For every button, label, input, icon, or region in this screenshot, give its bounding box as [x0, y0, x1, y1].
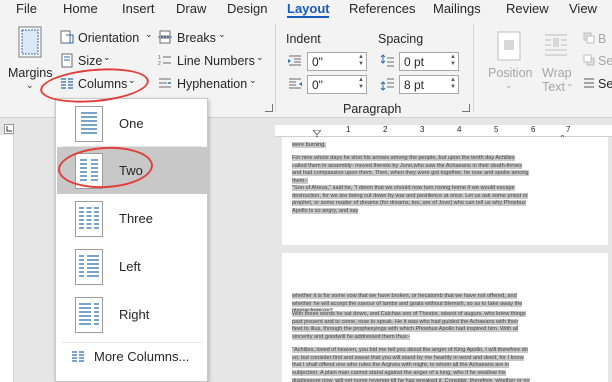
- breaks-chevron-icon[interactable]: ⌄: [218, 29, 226, 40]
- selection-pane-icon: [583, 77, 595, 89]
- ruler-number: 2: [383, 125, 388, 134]
- page-setup-launcher-icon[interactable]: [265, 104, 273, 112]
- size-chevron-icon[interactable]: ⌄: [103, 52, 111, 63]
- columns-option-right[interactable]: Right: [57, 291, 207, 338]
- hyphenation-button[interactable]: Hyphenation: [177, 77, 247, 91]
- size-button[interactable]: Size: [78, 54, 102, 68]
- margins-icon[interactable]: [18, 26, 42, 58]
- tab-layout[interactable]: Layout: [287, 1, 330, 16]
- indent-right-value: 0": [312, 78, 323, 92]
- tab-review[interactable]: Review: [506, 1, 549, 16]
- send-backward-icon: [583, 54, 595, 66]
- spacing-after-value: 8 pt: [404, 78, 425, 92]
- position-chevron-icon[interactable]: ⌄: [505, 80, 513, 91]
- group-divider: [473, 24, 474, 112]
- line-numbers-chevron-icon[interactable]: ⌄: [256, 52, 264, 63]
- ruler-number: 6: [531, 125, 536, 134]
- columns-option-label: One: [119, 116, 144, 131]
- right-indent-marker-icon[interactable]: [558, 130, 567, 141]
- columns-option-label: Left: [119, 259, 141, 274]
- spacing-after-input[interactable]: 8 pt ▲ ▼: [399, 75, 459, 94]
- selection-pane-button[interactable]: Se: [598, 77, 612, 91]
- tab-references[interactable]: References: [349, 1, 415, 16]
- paragraph-group-label: Paragraph: [343, 102, 402, 116]
- document-page[interactable]: whether it is for some vow that we have …: [282, 253, 608, 382]
- position-icon: [497, 31, 523, 63]
- indent-left-value: 0": [312, 55, 323, 69]
- indent-right-spinner-icon[interactable]: ▲ ▼: [358, 77, 364, 91]
- tab-mailings[interactable]: Mailings: [433, 1, 481, 16]
- size-icon: [60, 53, 74, 68]
- columns-option-one[interactable]: One: [57, 100, 207, 147]
- hyphenation-chevron-icon[interactable]: ⌄: [249, 75, 257, 86]
- indent-left-input[interactable]: 0" ▲ ▼: [307, 52, 367, 71]
- indent-right-input[interactable]: 0" ▲ ▼: [307, 75, 367, 94]
- tab-insert[interactable]: Insert: [122, 1, 155, 16]
- spacing-header: Spacing: [378, 32, 424, 46]
- svg-text:2: 2: [158, 61, 161, 67]
- spacing-after-spinner-icon[interactable]: ▲ ▼: [450, 77, 456, 91]
- spacing-before-icon: [380, 54, 394, 68]
- bring-forward-button[interactable]: B: [598, 32, 606, 46]
- left-column-icon: [75, 249, 103, 285]
- document-page[interactable]: were burning. For nine whole days he sho…: [282, 137, 608, 245]
- ruler-number: 5: [494, 125, 499, 134]
- margins-dropdown-chevron-icon[interactable]: ⌄: [26, 80, 34, 91]
- line-numbers-button[interactable]: Line Numbers: [177, 54, 255, 68]
- ribbon-tabs: File Home Insert Draw Design Layout Refe…: [0, 0, 612, 18]
- indent-right-icon: [288, 78, 302, 90]
- paragraph-launcher-icon[interactable]: [462, 104, 470, 112]
- indent-header: Indent: [286, 32, 321, 46]
- bring-forward-icon: [583, 32, 595, 44]
- page-paragraph: With these words he sat down, and Calcha…: [292, 311, 526, 341]
- spacing-after-icon: [380, 77, 394, 91]
- columns-option-label: Right: [119, 307, 150, 322]
- ruler-number: 7: [566, 125, 571, 134]
- orientation-chevron-icon[interactable]: ⌄: [145, 29, 153, 40]
- columns-option-label: Three: [119, 211, 153, 226]
- ruler-number: 1: [346, 125, 351, 134]
- spacing-before-input[interactable]: 0 pt ▲ ▼: [399, 52, 459, 71]
- wrap-text-chevron-icon[interactable]: ⌄: [566, 78, 574, 89]
- ruler-number: 3: [420, 125, 425, 134]
- columns-option-three[interactable]: Three: [57, 195, 207, 242]
- page-paragraph: "Son of Atreus," said he, "I deem that w…: [292, 185, 528, 215]
- line-numbers-icon: 12: [158, 53, 172, 67]
- three-columns-icon: [75, 201, 103, 237]
- one-column-icon: [75, 106, 103, 142]
- ruler-number: 4: [457, 125, 462, 134]
- right-column-icon: [75, 297, 103, 333]
- page-paragraph: For nine whole days he shot his arrows a…: [292, 155, 529, 185]
- page-paragraph: "Achilles, loved of heaven, you bid me t…: [292, 347, 530, 382]
- wrap-text-icon: [543, 31, 569, 63]
- tab-view[interactable]: View: [569, 1, 597, 16]
- group-divider: [275, 24, 276, 112]
- columns-dropdown-menu: One Two Three Left Right More Columns...: [55, 98, 208, 382]
- orientation-button[interactable]: Orientation: [78, 31, 139, 45]
- send-backward-button[interactable]: Se: [598, 54, 612, 68]
- breaks-button[interactable]: Breaks: [177, 31, 216, 45]
- orientation-icon: [60, 30, 74, 44]
- indent-left-spinner-icon[interactable]: ▲ ▼: [358, 54, 364, 68]
- horizontal-ruler[interactable]: 1 2 3 4 5 6 7: [275, 125, 612, 142]
- spacing-before-value: 0 pt: [404, 55, 425, 69]
- spacing-before-spinner-icon[interactable]: ▲ ▼: [450, 54, 456, 68]
- position-button[interactable]: Position: [488, 66, 532, 80]
- vertical-ruler[interactable]: [0, 135, 14, 382]
- more-columns-label: More Columns...: [94, 349, 190, 364]
- page-paragraph: were burning.: [292, 142, 326, 148]
- more-columns-item[interactable]: More Columns...: [57, 344, 207, 370]
- wrap-text-button-line2[interactable]: Text: [542, 80, 565, 94]
- hyphenation-icon: [158, 76, 172, 90]
- tab-draw[interactable]: Draw: [176, 1, 206, 16]
- more-columns-icon: [71, 350, 85, 362]
- indent-left-icon: [288, 55, 302, 67]
- breaks-icon: [158, 30, 172, 44]
- columns-option-left[interactable]: Left: [57, 243, 207, 290]
- tab-file[interactable]: File: [16, 1, 37, 16]
- tab-home[interactable]: Home: [63, 1, 98, 16]
- tab-design[interactable]: Design: [227, 1, 267, 16]
- margins-button[interactable]: Margins: [8, 66, 52, 80]
- tab-selector-icon[interactable]: [4, 123, 14, 134]
